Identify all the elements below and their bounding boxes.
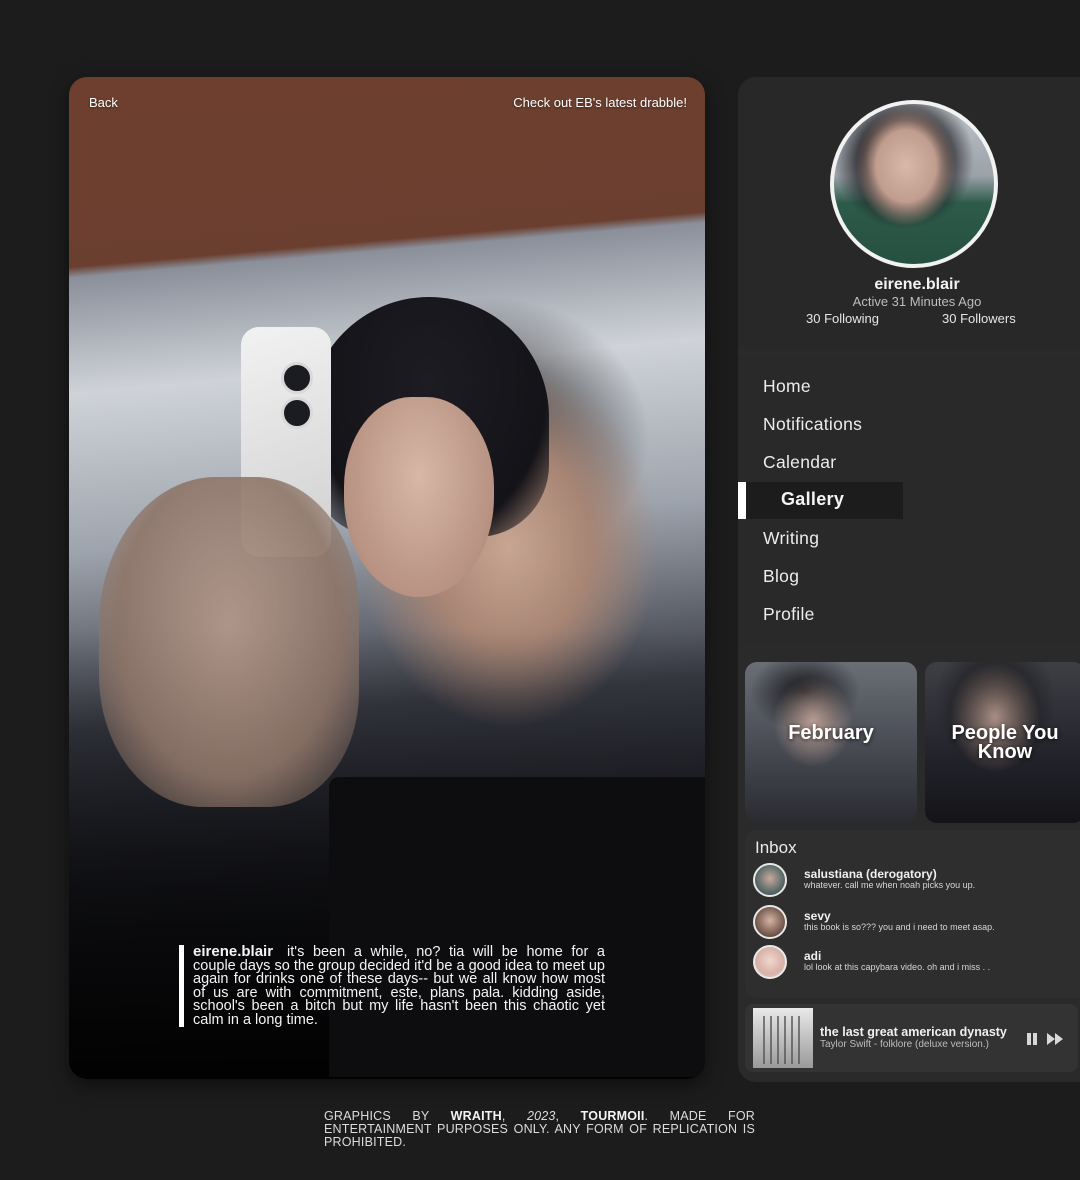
message-preview: whatever. call me when noah picks you up… <box>804 880 976 890</box>
inbox-message[interactable]: salustiana (derogatory) whatever. call m… <box>753 863 1080 901</box>
caption-text: it's been a while, no? tia will be home … <box>193 944 605 1028</box>
album-tile-label: February <box>788 722 874 744</box>
nav-item-gallery[interactable]: Gallery <box>738 482 903 519</box>
gallery-photo-card: Back Check out EB's latest drabble! eire… <box>69 77 705 1079</box>
nav-item-notifications[interactable]: Notifications <box>763 414 862 435</box>
nav-item-home[interactable]: Home <box>763 376 811 397</box>
song-title: the last great american dynasty <box>820 1025 1007 1039</box>
profile-summary: eirene.blair Active 31 Minutes Ago 30 Fo… <box>738 77 1080 349</box>
avatar <box>753 905 787 939</box>
photo-subject-hand <box>99 477 359 807</box>
footer-year: 2023 <box>526 1109 556 1123</box>
photo-caption: eirene.blair it's been a while, no? tia w… <box>179 944 605 1028</box>
pause-icon[interactable] <box>1026 1033 1038 1045</box>
album-tile-label: People You Know <box>951 722 1059 763</box>
message-sender: salustiana (derogatory) <box>804 867 937 881</box>
side-panel: eirene.blair Active 31 Minutes Ago 30 Fo… <box>738 77 1080 1082</box>
nav-item-gallery-label: Gallery <box>781 489 845 509</box>
message-sender: adi <box>804 949 822 963</box>
phone-camera-lens <box>281 397 313 429</box>
photo-subject-top <box>329 777 705 1077</box>
profile-username[interactable]: eirene.blair <box>738 276 1080 294</box>
avatar <box>753 863 787 897</box>
footer-author: WRAITH <box>450 1109 502 1123</box>
footer-brand: TOURMOII <box>580 1109 645 1123</box>
album-tile-people-you-know[interactable]: People You Know <box>925 662 1080 823</box>
main-nav: Home Notifications Calendar Gallery Writ… <box>738 356 1080 646</box>
avatar <box>753 945 787 979</box>
footer-separator: , <box>501 1109 527 1123</box>
album-art <box>753 1008 813 1068</box>
song-artist: Taylor Swift - folklore (deluxe version.… <box>820 1039 989 1050</box>
footer-credits: GRAPHICS BY WRAITH, 2023, TOURMOII. MADE… <box>324 1110 755 1149</box>
followers-count[interactable]: 30 Followers <box>942 311 1016 326</box>
photo-subject-face <box>344 397 494 597</box>
footer-separator: , <box>555 1109 581 1123</box>
phone-camera-lens <box>281 362 313 394</box>
back-link[interactable]: Back <box>89 95 118 110</box>
nav-item-writing[interactable]: Writing <box>763 528 819 549</box>
nav-item-blog[interactable]: Blog <box>763 566 799 587</box>
latest-drabble-link[interactable]: Check out EB's latest drabble! <box>513 95 687 110</box>
inbox-title: Inbox <box>755 838 797 857</box>
music-player: the last great american dynasty Taylor S… <box>745 1004 1078 1072</box>
avatar[interactable] <box>830 100 998 268</box>
message-preview: this book is so??? you and i need to mee… <box>804 922 995 932</box>
message-preview: lol look at this capybara video. oh and … <box>804 962 991 972</box>
album-tile-february[interactable]: February <box>745 662 917 823</box>
following-count[interactable]: 30 Following <box>806 311 879 326</box>
inbox: Inbox salustiana (derogatory) whatever. … <box>745 830 1080 998</box>
active-status: Active 31 Minutes Ago <box>852 294 982 309</box>
fast-forward-icon[interactable] <box>1047 1033 1065 1045</box>
inbox-message[interactable]: adi lol look at this capybara video. oh … <box>753 945 1080 983</box>
message-sender: sevy <box>804 909 831 923</box>
footer-text: GRAPHICS BY <box>324 1109 451 1123</box>
nav-item-calendar[interactable]: Calendar <box>763 452 836 473</box>
nav-item-profile[interactable]: Profile <box>763 604 815 625</box>
inbox-message[interactable]: sevy this book is so??? you and i need t… <box>753 905 1080 943</box>
